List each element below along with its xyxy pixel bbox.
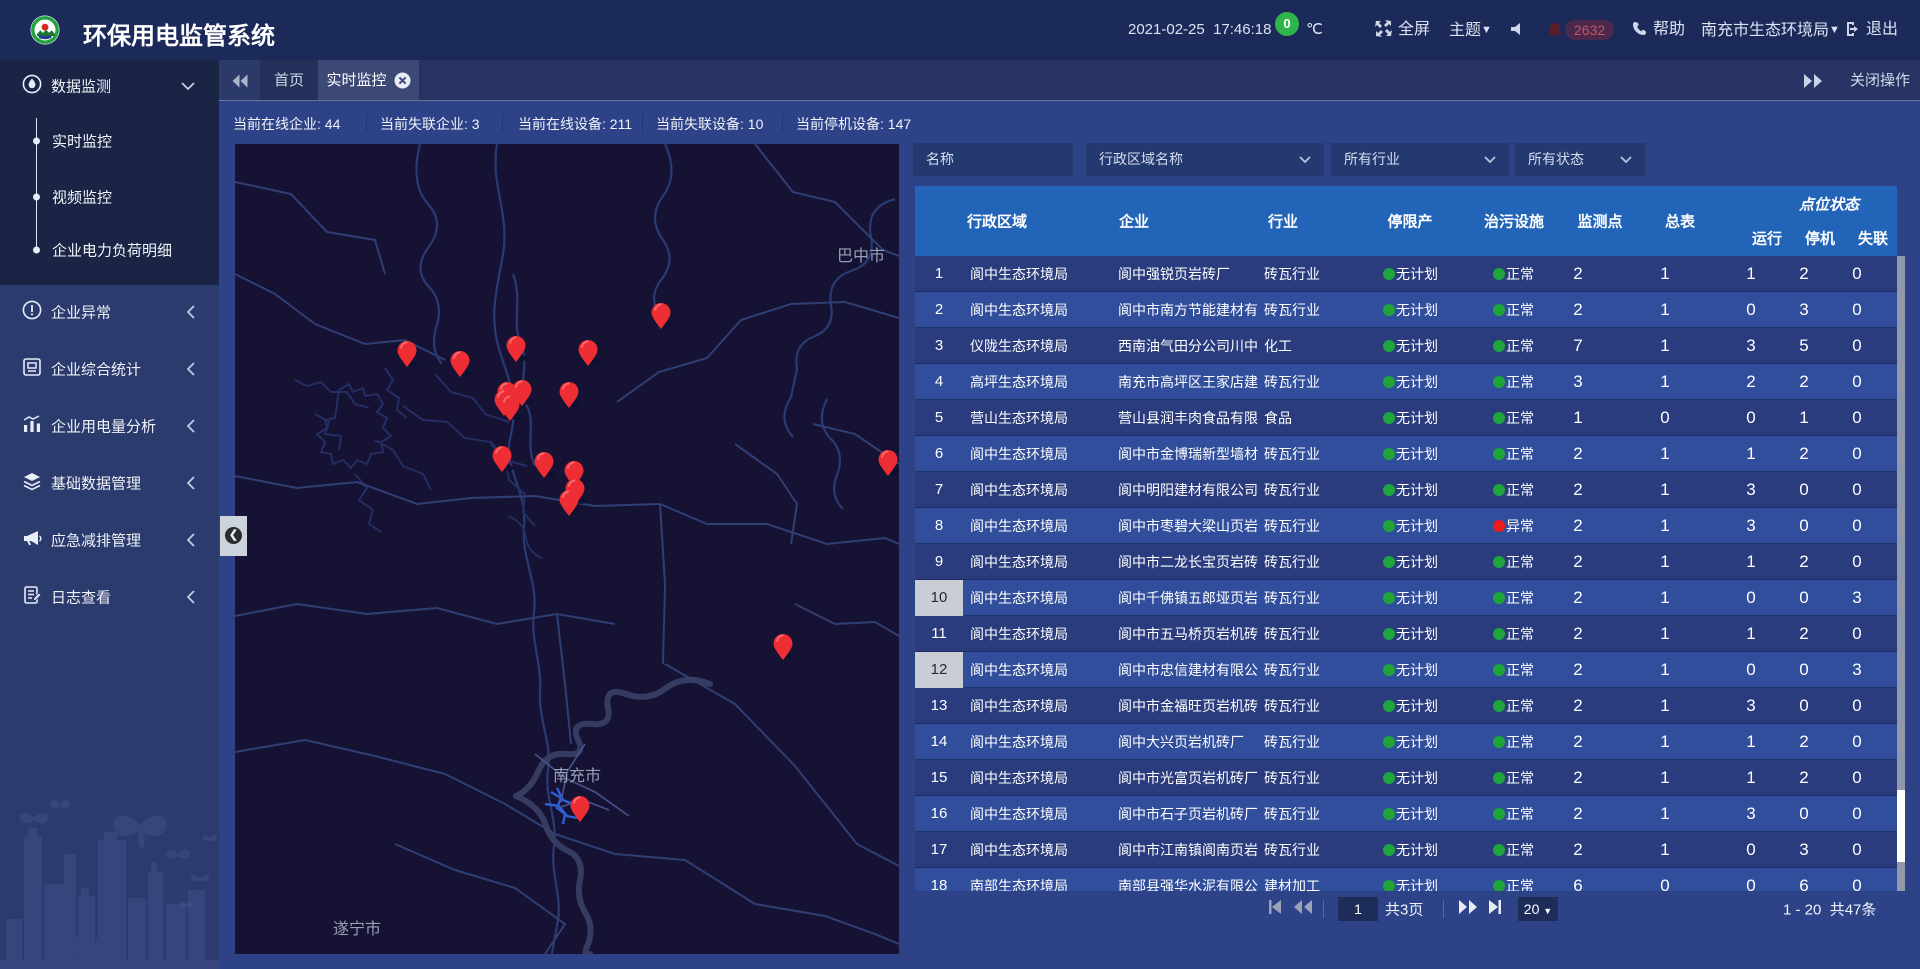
svg-text:巴中市: 巴中市 [837,247,885,265]
svg-text:遂宁市: 遂宁市 [333,920,381,938]
svg-text:南充市: 南充市 [553,767,601,785]
